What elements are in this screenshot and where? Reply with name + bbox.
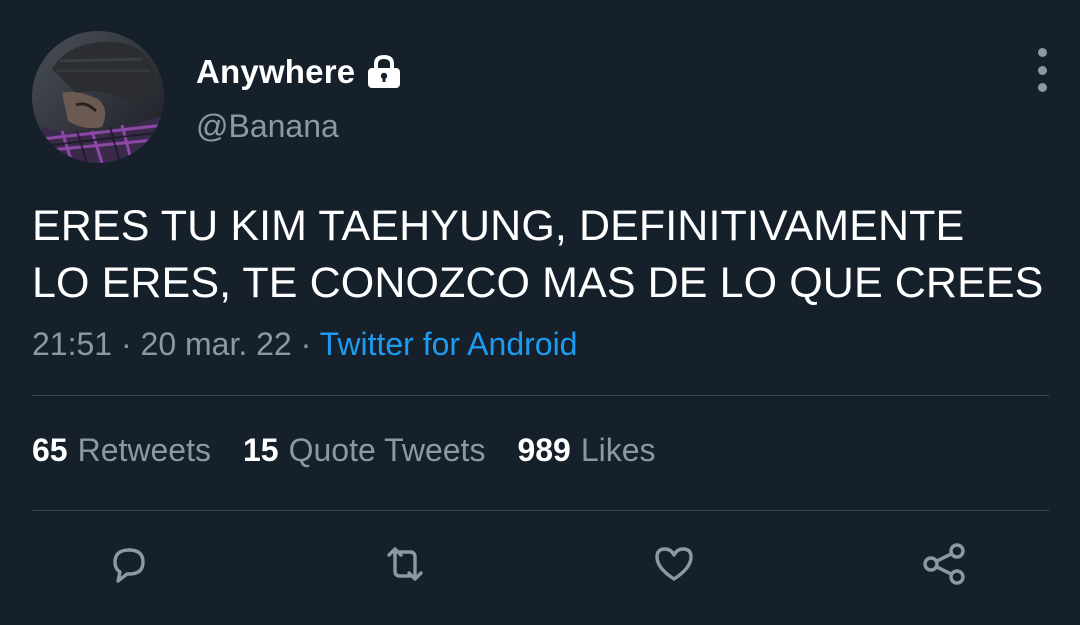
more-dot bbox=[1037, 83, 1047, 92]
tweet-date: 20 mar. 22 bbox=[140, 326, 292, 362]
tweet-time: 21:51 bbox=[32, 326, 113, 362]
tweet-text-line: LO ERES, TE CONOZCO MAS DE LO QUE CREES bbox=[32, 259, 1044, 307]
divider bbox=[32, 510, 1049, 511]
avatar-photo bbox=[32, 31, 164, 163]
tweet-text: ERES TU KIM TAEHYUNG, DEFINITIVAMENTE LO… bbox=[32, 198, 1062, 312]
tweet-text-line: ERES TU KIM TAEHYUNG, DEFINITIVAMENTE bbox=[32, 202, 965, 250]
lock-icon bbox=[365, 53, 403, 91]
quote-tweets-count: 15 bbox=[242, 432, 279, 468]
user-handle[interactable]: @Banana bbox=[196, 108, 339, 145]
quote-tweets-stat[interactable]: 15 Quote Tweets bbox=[243, 432, 485, 469]
more-dot bbox=[1037, 65, 1047, 75]
likes-label: Likes bbox=[580, 432, 656, 468]
likes-stat[interactable]: 989 Likes bbox=[517, 432, 655, 469]
tweet-detail: Anywhere @Banana ERES TU KIM TAEHYUNG, D… bbox=[0, 0, 1080, 625]
retweets-count: 65 bbox=[32, 432, 68, 468]
like-icon[interactable] bbox=[651, 541, 697, 587]
reply-icon[interactable] bbox=[106, 541, 152, 587]
meta-separator: · bbox=[300, 326, 320, 362]
tweet-meta: 21:51 · 20 mar. 22 · Twitter for Android bbox=[32, 326, 577, 363]
quote-tweets-label: Quote Tweets bbox=[288, 432, 486, 468]
tweet-stats: 65 Retweets 15 Quote Tweets 989 Likes bbox=[32, 432, 656, 469]
display-name-row[interactable]: Anywhere bbox=[196, 50, 403, 94]
share-icon[interactable] bbox=[921, 541, 967, 587]
more-dot bbox=[1037, 48, 1047, 57]
retweets-label: Retweets bbox=[77, 432, 211, 468]
retweets-stat[interactable]: 65 Retweets bbox=[32, 432, 211, 469]
divider bbox=[32, 395, 1049, 396]
display-name[interactable]: Anywhere bbox=[196, 53, 355, 91]
meta-separator: · bbox=[120, 326, 141, 362]
retweet-icon[interactable] bbox=[382, 541, 428, 587]
avatar[interactable] bbox=[32, 31, 164, 163]
likes-count: 989 bbox=[517, 432, 571, 468]
tweet-source-link[interactable]: Twitter for Android bbox=[320, 326, 578, 362]
more-options-icon[interactable] bbox=[1024, 48, 1060, 92]
